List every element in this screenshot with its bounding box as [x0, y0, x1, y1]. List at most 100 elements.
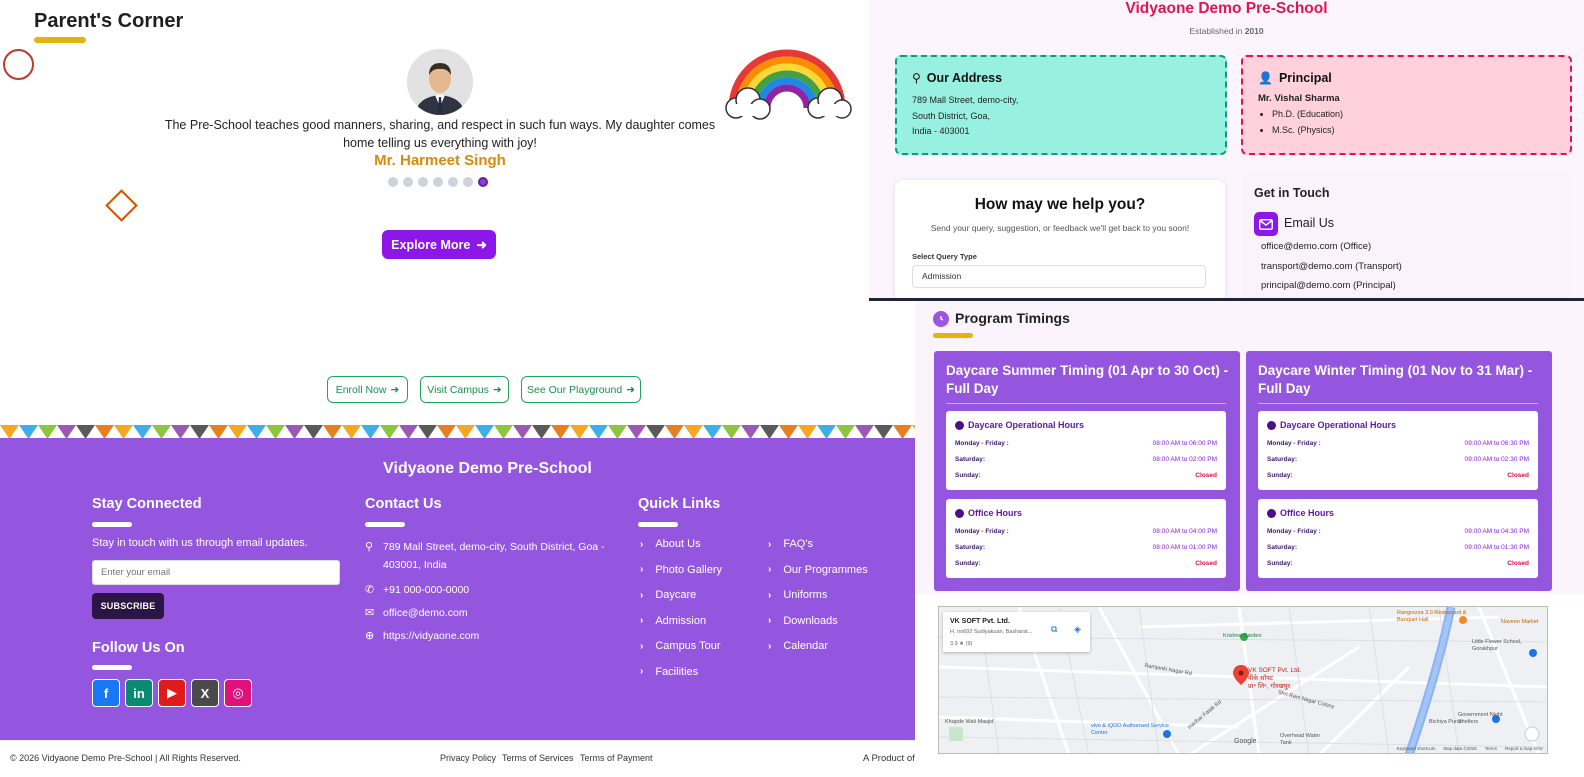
- query-type-select[interactable]: Admission: [912, 265, 1206, 288]
- quick-link-label: Our Programmes: [783, 563, 868, 576]
- divider: [1258, 403, 1538, 404]
- hours-value: Closed: [1507, 472, 1529, 479]
- chevron-right-icon: ›: [640, 589, 644, 601]
- directions-icon[interactable]: ◈: [1074, 624, 1081, 635]
- see-playground-button[interactable]: See Our Playground ➜: [521, 376, 641, 403]
- carousel-dot[interactable]: [448, 177, 458, 187]
- quick-link[interactable]: › Photo Gallery: [640, 564, 722, 576]
- privacy-policy-link[interactable]: Privacy Policy: [440, 753, 496, 763]
- terms-of-services-link[interactable]: Terms of Services: [502, 753, 574, 763]
- chevron-right-icon: ›: [640, 538, 644, 550]
- hours-value: 08:00 AM to 01:00 PM: [1152, 544, 1217, 551]
- hours-day: Saturday:: [955, 544, 985, 551]
- terms-link[interactable]: Terms: [1485, 746, 1497, 751]
- chevron-right-icon: ›: [768, 640, 772, 652]
- divider: [946, 403, 1226, 404]
- email-tag: (Office): [1340, 241, 1372, 252]
- footer-bottom-bar: © 2026 Vidyaone Demo Pre-School | All Ri…: [0, 740, 915, 777]
- quick-link[interactable]: › Our Programmes: [768, 564, 868, 576]
- quick-link-label: Admission: [655, 614, 707, 627]
- carousel-dot[interactable]: [433, 177, 443, 187]
- carousel-dot[interactable]: [463, 177, 473, 187]
- copyright-text: © 2026 Vidyaone Demo Pre-School | All Ri…: [10, 753, 241, 763]
- hours-row: Sunday: Closed: [955, 472, 1217, 479]
- email-tag: (Principal): [1353, 280, 1396, 291]
- youtube-icon[interactable]: ▶: [158, 679, 186, 707]
- subscribe-button[interactable]: SUBSCRIBE: [92, 593, 164, 619]
- hours-box: Office Hours Monday - Friday : 08:00 AM …: [946, 499, 1226, 578]
- quick-link[interactable]: › FAQ's: [768, 538, 813, 550]
- chevron-right-icon: ›: [768, 564, 772, 575]
- clock-icon: [1267, 420, 1276, 430]
- carousel-dot-active[interactable]: [478, 177, 488, 187]
- help-form-card: How may we help you? Send your query, su…: [895, 180, 1225, 299]
- keyboard-shortcuts-link[interactable]: Keyboard shortcuts: [1397, 746, 1436, 751]
- carousel-dot[interactable]: [418, 177, 428, 187]
- query-type-label: Select Query Type: [912, 252, 977, 261]
- hours-value: Closed: [1507, 560, 1529, 567]
- hours-value: 08:00 AM to 06:00 PM: [1152, 440, 1217, 447]
- school-homepage-section: Parent's Corner The Pre-School teaches g…: [0, 0, 915, 777]
- quick-link-label: Photo Gallery: [655, 563, 722, 576]
- enroll-now-button[interactable]: Enroll Now ➜: [327, 376, 408, 403]
- quick-link[interactable]: › Daycare: [640, 589, 696, 601]
- testimonial-author: Mr. Harmeet Singh: [374, 152, 506, 169]
- open-external-icon[interactable]: ⧉: [1051, 624, 1057, 635]
- quick-links-title: Quick Links: [638, 496, 721, 512]
- hours-value: 09:00 AM to 06:30 PM: [1464, 440, 1529, 447]
- footer-website[interactable]: ⊕ https://vidyaone.com: [365, 627, 479, 645]
- arrow-right-icon: ➜: [476, 238, 487, 252]
- location-map[interactable]: VK SOFT Pvt. Ltd. H. no692 Sudiyakuan, B…: [938, 606, 1548, 754]
- quick-link[interactable]: › Admission: [640, 615, 706, 627]
- address-line: 789 Mall Street, demo-city,: [912, 95, 1019, 105]
- quick-link[interactable]: › Calendar: [768, 640, 828, 652]
- hours-day: Sunday:: [955, 472, 981, 479]
- carousel-dot[interactable]: [388, 177, 398, 187]
- established-label: Established in: [1189, 26, 1243, 36]
- footer-phone[interactable]: ✆ +91 000-000-0000: [365, 581, 469, 599]
- quick-link[interactable]: › About Us: [640, 538, 701, 550]
- title-underline: [933, 333, 973, 338]
- hours-title: Daycare Operational Hours: [955, 420, 1084, 430]
- map-poi-label: Overhead Water Tank: [1280, 733, 1321, 746]
- x-icon[interactable]: X: [191, 679, 219, 707]
- explore-more-label: Explore More: [391, 237, 471, 252]
- terms-of-payment-link[interactable]: Terms of Payment: [580, 753, 653, 763]
- email-item[interactable]: principal@demo.com (Principal): [1261, 280, 1396, 291]
- map-poi-label: Rangrezza 3.0 Restaurant & Banquet Hall: [1397, 610, 1467, 623]
- testimonial-text: The Pre-School teaches good manners, sha…: [164, 118, 716, 150]
- title-underline: [638, 522, 678, 527]
- parents-corner-title: Parent's Corner: [34, 10, 184, 32]
- contact-page-section: Vidyaone Demo Pre-School Established in …: [869, 0, 1584, 299]
- quick-link[interactable]: › Uniforms: [768, 589, 827, 601]
- chevron-right-icon: ›: [768, 615, 772, 626]
- quick-link[interactable]: › Downloads: [768, 615, 838, 627]
- footer-email[interactable]: ✉ office@demo.com: [365, 604, 468, 622]
- map-footer: Keyboard shortcuts Map data ©2026 Terms …: [1397, 746, 1543, 751]
- hours-day: Monday - Friday :: [1267, 528, 1321, 535]
- email-item[interactable]: office@demo.com (Office): [1261, 241, 1371, 252]
- timing-card: Daycare Winter Timing (01 Nov to 31 Mar)…: [1246, 351, 1552, 591]
- pin-name-hindi-2: प्रा॰ लि॰, गोरखपुर: [1248, 683, 1291, 690]
- hours-title: Office Hours: [1267, 508, 1334, 518]
- explore-more-button[interactable]: Explore More ➜: [382, 230, 496, 259]
- email-item[interactable]: transport@demo.com (Transport): [1261, 261, 1402, 272]
- quick-link[interactable]: › Campus Tour: [640, 640, 721, 652]
- quick-link-label: Campus Tour: [655, 640, 721, 652]
- hours-row: Sunday: Closed: [1267, 560, 1529, 567]
- clock-icon: [955, 508, 964, 518]
- quick-link[interactable]: › Facilities: [640, 666, 698, 678]
- hours-box: Daycare Operational Hours Monday - Frida…: [946, 411, 1226, 490]
- title-underline: [92, 522, 132, 527]
- instagram-icon[interactable]: ◎: [224, 679, 252, 707]
- report-map-error-link[interactable]: Report a map error: [1505, 746, 1543, 751]
- visit-campus-button[interactable]: Visit Campus ➜: [420, 376, 509, 403]
- newsletter-email-input[interactable]: [92, 560, 340, 585]
- hours-box: Daycare Operational Hours Monday - Frida…: [1258, 411, 1538, 490]
- site-footer: Vidyaone Demo Pre-School Stay Connected …: [0, 438, 915, 740]
- program-timings-section: Program Timings Daycare Summer Timing (0…: [915, 301, 1584, 777]
- hours-value: 09:00 AM to 04:30 PM: [1464, 528, 1529, 535]
- facebook-icon[interactable]: f: [92, 679, 120, 707]
- linkedin-icon[interactable]: in: [125, 679, 153, 707]
- carousel-dot[interactable]: [403, 177, 413, 187]
